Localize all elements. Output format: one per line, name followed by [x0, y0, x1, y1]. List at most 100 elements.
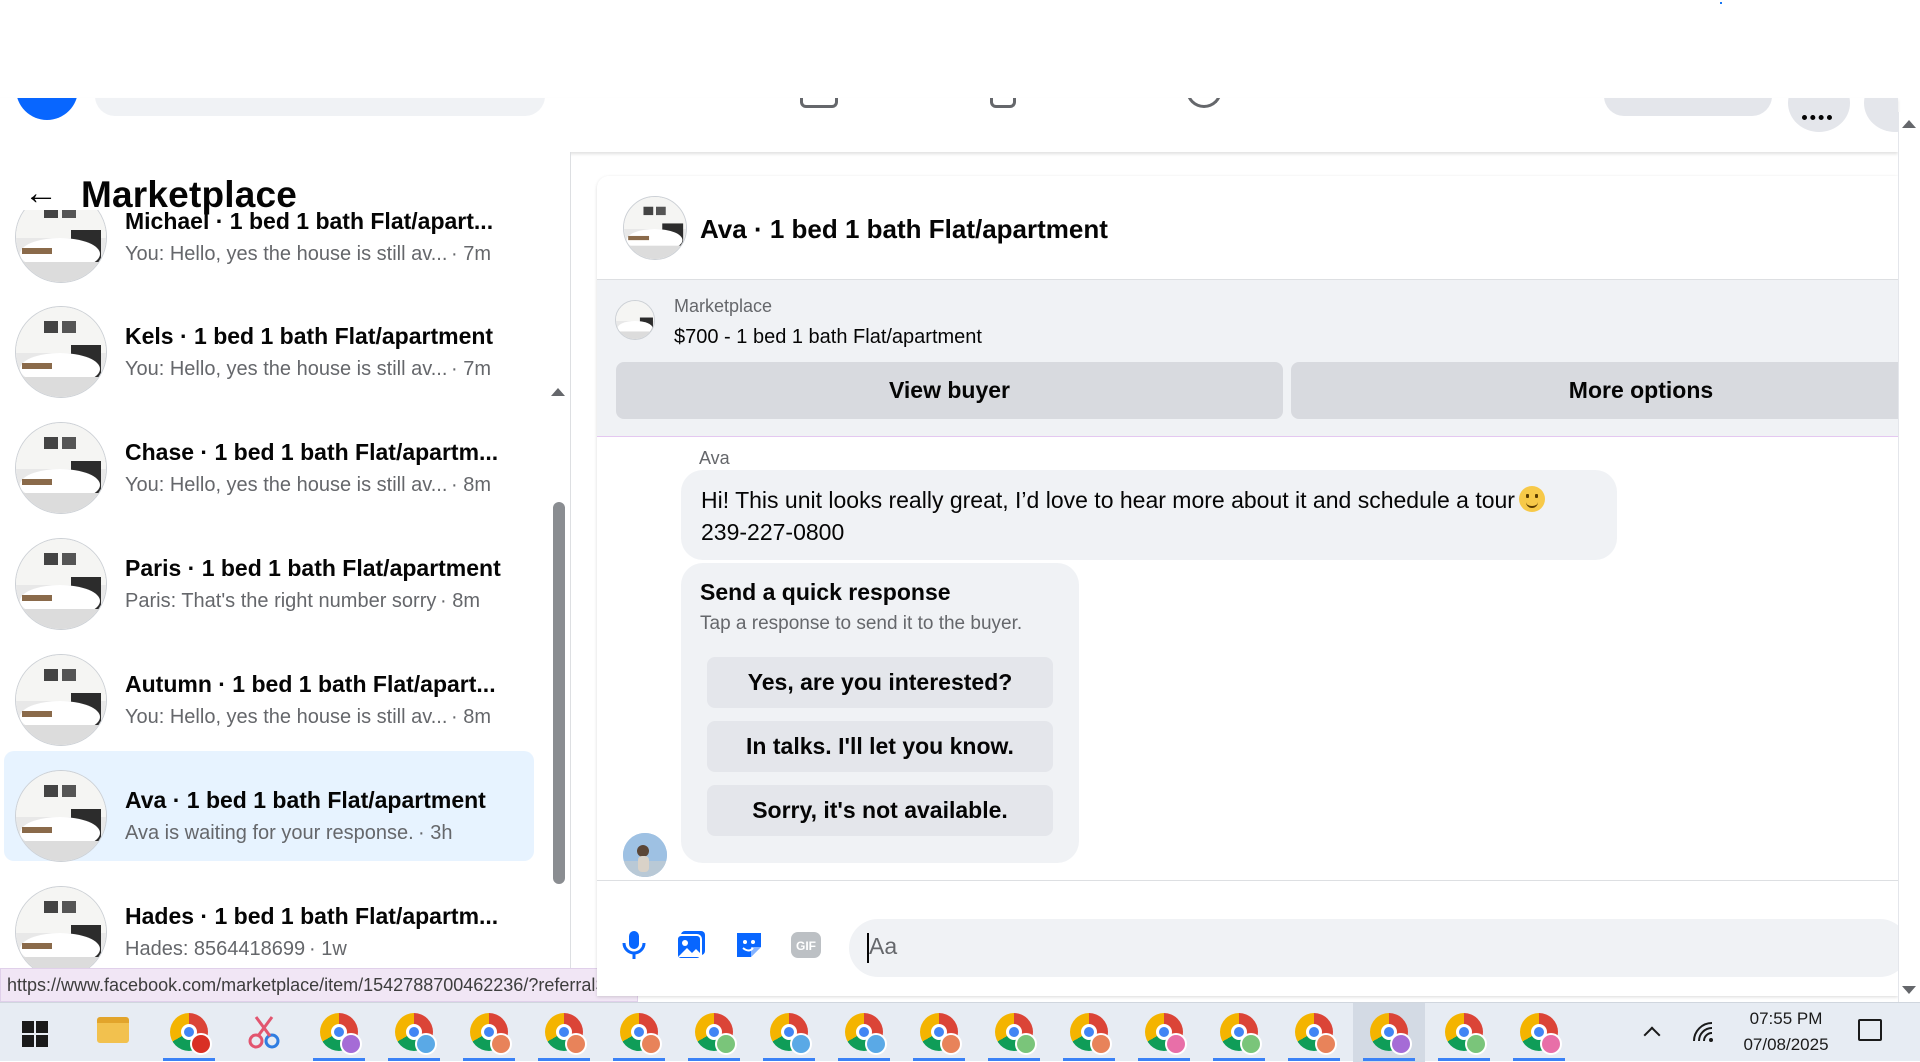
scroll-up-arrow[interactable]	[1902, 120, 1916, 128]
header-pill-button[interactable]	[1604, 98, 1772, 116]
conversation-row-paris[interactable]: Paris · 1 bed 1 bath Flat/apartment Pari…	[4, 519, 534, 630]
quick-response-title: Send a quick response	[700, 579, 951, 605]
chrome-profile-app-icon[interactable]	[995, 1013, 1037, 1055]
more-options-button[interactable]: More options	[1291, 362, 1898, 419]
conversation-row-kels[interactable]: Kels · 1 bed 1 bath Flat/apartment You: …	[4, 287, 534, 398]
chrome-profile-app-icon[interactable]	[770, 1013, 812, 1055]
chrome-profile-app-icon[interactable]	[395, 1013, 437, 1055]
quick-response-yes-button[interactable]: Yes, are you interested?	[707, 657, 1053, 708]
listing-info-bar: Marketplace $700 - 1 bed 1 bath Flat/apa…	[597, 280, 1898, 437]
conversation-time: · 8m	[440, 590, 480, 612]
chrome-profile-app-icon[interactable]	[1370, 1013, 1412, 1055]
quick-response-not-available-button[interactable]: Sorry, it's not available.	[707, 785, 1053, 836]
chrome-profile-app-icon[interactable]	[1520, 1013, 1562, 1055]
chrome-profile-app-icon[interactable]	[170, 1013, 212, 1055]
list-scroll-up-arrow[interactable]	[551, 388, 565, 396]
view-buyer-button[interactable]: View buyer	[616, 362, 1283, 419]
chat-header: Ava · 1 bed 1 bath Flat/apartment	[597, 176, 1898, 280]
message-input[interactable]: Aa	[849, 919, 1898, 977]
gif-icon[interactable]: GIF	[790, 929, 821, 961]
marketplace-nav-icon[interactable]	[800, 98, 838, 108]
buyer-avatar[interactable]	[623, 833, 667, 877]
chrome-profile-app-icon[interactable]	[470, 1013, 512, 1055]
notification-center-icon[interactable]	[1858, 1019, 1882, 1041]
photo-icon[interactable]	[675, 929, 705, 961]
chrome-profile-app-icon[interactable]	[1070, 1013, 1112, 1055]
conversation-time: · 7m	[451, 243, 491, 265]
listing-avatar	[15, 886, 107, 972]
scrollbar-track	[1898, 112, 1899, 1002]
smiley-emoji-icon	[1518, 486, 1545, 512]
status-url-tooltip: https://www.facebook.com/marketplace/ite…	[0, 968, 638, 1002]
chrome-profile-app-icon[interactable]	[545, 1013, 587, 1055]
chrome-profile-app-icon[interactable]	[620, 1013, 662, 1055]
listing-source-label: Marketplace	[674, 296, 773, 316]
chrome-profile-app-icon[interactable]	[695, 1013, 737, 1055]
chrome-profile-app-icon[interactable]	[920, 1013, 962, 1055]
conversation-name: Autumn · 1 bed 1 bath Flat/apart...	[125, 671, 496, 697]
chrome-profile-app-icon[interactable]	[1445, 1013, 1487, 1055]
windows-start-icon[interactable]	[22, 1021, 48, 1047]
listing-avatar	[15, 210, 107, 283]
chat-listing-avatar[interactable]	[623, 196, 687, 260]
conversation-row-chase[interactable]: Chase · 1 bed 1 bath Flat/apartm... You:…	[4, 403, 534, 514]
conversation-time: · 7m	[451, 358, 491, 380]
microphone-icon[interactable]	[619, 929, 649, 961]
conversation-row-ava[interactable]: Ava · 1 bed 1 bath Flat/apartment Ava is…	[4, 751, 534, 862]
conversation-row-hades[interactable]: Hades · 1 bed 1 bath Flat/apartm... Hade…	[4, 867, 534, 972]
conversation-preview: You: Hello, yes the house is still av...	[125, 358, 448, 380]
chrome-profile-app-icon[interactable]	[1295, 1013, 1337, 1055]
gaming-nav-icon[interactable]	[1186, 98, 1222, 108]
clock-time[interactable]: 07:55 PM	[1736, 1009, 1836, 1029]
conversation-row-michael[interactable]: Michael · 1 bed 1 bath Flat/apart... You…	[4, 210, 534, 283]
conversation-name: Hades · 1 bed 1 bath Flat/apartm...	[125, 903, 499, 929]
conversation-row-autumn[interactable]: Autumn · 1 bed 1 bath Flat/apart... You:…	[4, 635, 534, 746]
quick-response-subtitle: Tap a response to send it to the buyer.	[700, 613, 1023, 634]
incoming-message-bubble[interactable]: Hi! This unit looks really great, I’d lo…	[681, 470, 1617, 560]
chrome-profile-app-icon[interactable]	[320, 1013, 362, 1055]
chrome-profile-app-icon[interactable]	[1145, 1013, 1187, 1055]
facebook-logo-icon[interactable]	[16, 98, 78, 120]
page-scrollbar[interactable]	[1898, 112, 1920, 1002]
back-arrow-icon[interactable]: ←	[24, 176, 58, 210]
groups-nav-icon[interactable]	[990, 98, 1016, 108]
chat-title[interactable]: Ava · 1 bed 1 bath Flat/apartment	[700, 214, 1108, 245]
quick-response-in-talks-button[interactable]: In talks. I'll let you know.	[707, 721, 1053, 772]
menu-grid-icon	[1802, 115, 1832, 120]
sticker-icon[interactable]	[733, 929, 763, 961]
snipping-tool-icon[interactable]	[244, 1013, 284, 1053]
chrome-profile-app-icon[interactable]	[845, 1013, 887, 1055]
conversation-name: Chase · 1 bed 1 bath Flat/apartm...	[125, 439, 499, 465]
conversation-time: · 8m	[451, 706, 491, 728]
listing-avatar	[15, 770, 107, 862]
conversation-list: Michael · 1 bed 1 bath Flat/apart... You…	[0, 210, 545, 972]
conversation-name: Michael · 1 bed 1 bath Flat/apart...	[125, 210, 494, 234]
message-sender-name: Ava	[699, 448, 730, 468]
list-scrollbar-thumb[interactable]	[553, 502, 565, 884]
listing-thumbnail[interactable]	[615, 300, 655, 340]
message-text: Hi! This unit looks really great, I’d lo…	[701, 487, 1515, 513]
conversation-preview: Hades: 8564418699	[125, 938, 306, 960]
conversation-time: · 1w	[309, 938, 347, 960]
conversation-preview: Paris: That's the right number sorry	[125, 590, 437, 612]
message-composer: GIF Aa	[597, 880, 1898, 996]
listing-avatar	[15, 306, 107, 398]
listing-avatar	[15, 538, 107, 630]
facebook-search-bar[interactable]	[95, 98, 545, 116]
scroll-down-arrow[interactable]	[1902, 986, 1916, 994]
top-blank-area	[0, 0, 1920, 98]
conversation-name: Kels · 1 bed 1 bath Flat/apartment	[125, 323, 494, 349]
messenger-button[interactable]	[1864, 98, 1898, 132]
listing-price-title[interactable]: $700 - 1 bed 1 bath Flat/apartment	[674, 326, 982, 349]
windows-taskbar: 07:55 PM 07/08/2025	[0, 1002, 1920, 1062]
chrome-profile-app-icon[interactable]	[1220, 1013, 1262, 1055]
file-explorer-icon[interactable]	[97, 1017, 129, 1043]
conversation-time: · 8m	[451, 474, 491, 496]
quick-response-card: Send a quick response Tap a response to …	[681, 563, 1079, 863]
top-marker-dot	[1720, 2, 1722, 4]
tray-chevron-up-icon[interactable]	[1643, 1026, 1661, 1044]
network-icon[interactable]	[1692, 1021, 1714, 1043]
message-phone: 239-227-0800	[701, 519, 845, 545]
conversation-preview: You: Hello, yes the house is still av...	[125, 706, 448, 728]
clock-date[interactable]: 07/08/2025	[1736, 1035, 1836, 1055]
